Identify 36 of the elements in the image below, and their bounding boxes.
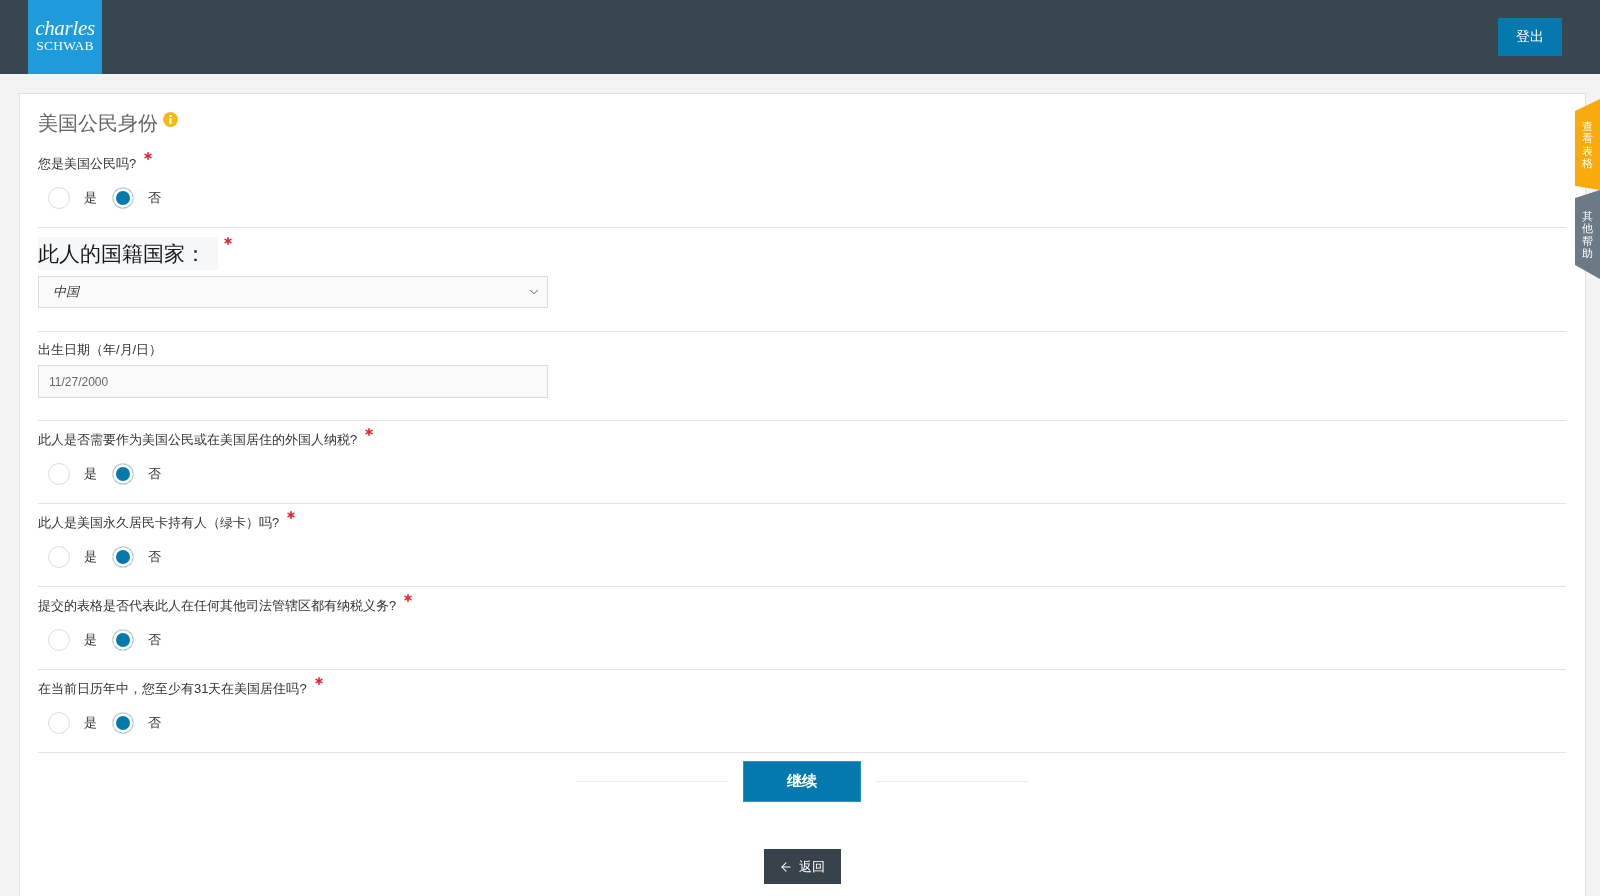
radio-label[interactable]: 否 xyxy=(148,548,161,566)
question-label: 您是美国公民吗? xyxy=(38,155,137,173)
radio-button[interactable] xyxy=(48,463,70,485)
date-field[interactable]: 11/27/2000 xyxy=(38,365,548,398)
brand-logo: charles SCHWAB xyxy=(28,0,102,74)
country-select[interactable]: 中国 xyxy=(38,276,548,308)
radio-label[interactable]: 是 xyxy=(84,631,97,649)
radio-label[interactable]: 是 xyxy=(84,465,97,483)
logout-button[interactable]: 登出 xyxy=(1498,18,1562,56)
radio-label[interactable]: 否 xyxy=(148,189,161,207)
radio-button[interactable] xyxy=(48,546,70,568)
question-label: 此人是否需要作为美国公民或在美国居住的外国人纳税? xyxy=(38,431,358,449)
back-button[interactable]: 返回 xyxy=(763,849,841,884)
radio-button[interactable] xyxy=(112,712,134,734)
continue-button[interactable]: 继续 xyxy=(743,761,861,802)
side-tab[interactable]: 其他帮助 xyxy=(1575,190,1600,279)
radio-label[interactable]: 否 xyxy=(148,465,161,483)
radio-button[interactable] xyxy=(112,463,134,485)
radio-button[interactable] xyxy=(48,712,70,734)
radio-button[interactable] xyxy=(112,546,134,568)
question-label: 出生日期（年/月/日） xyxy=(38,341,163,359)
radio-button[interactable] xyxy=(112,187,134,209)
radio-button[interactable] xyxy=(112,629,134,651)
question-label: 提交的表格是否代表此人在任何其他司法管辖区都有纳税义务? xyxy=(38,597,397,615)
radio-button[interactable] xyxy=(48,187,70,209)
question-label: 此人的国籍国家： xyxy=(38,237,218,270)
radio-label[interactable]: 是 xyxy=(84,714,97,732)
question-label: 此人是美国永久居民卡持有人（绿卡）吗? xyxy=(38,514,280,532)
section-title: 美国公民身份 xyxy=(38,111,158,136)
radio-label[interactable]: 是 xyxy=(84,548,97,566)
question-label: 在当前日历年中，您至少有31天在美国居住吗? xyxy=(38,680,307,698)
radio-label[interactable]: 否 xyxy=(148,714,161,732)
radio-button[interactable] xyxy=(48,629,70,651)
info-icon[interactable] xyxy=(163,112,178,127)
radio-label[interactable]: 是 xyxy=(84,189,97,207)
radio-label[interactable]: 否 xyxy=(148,631,161,649)
